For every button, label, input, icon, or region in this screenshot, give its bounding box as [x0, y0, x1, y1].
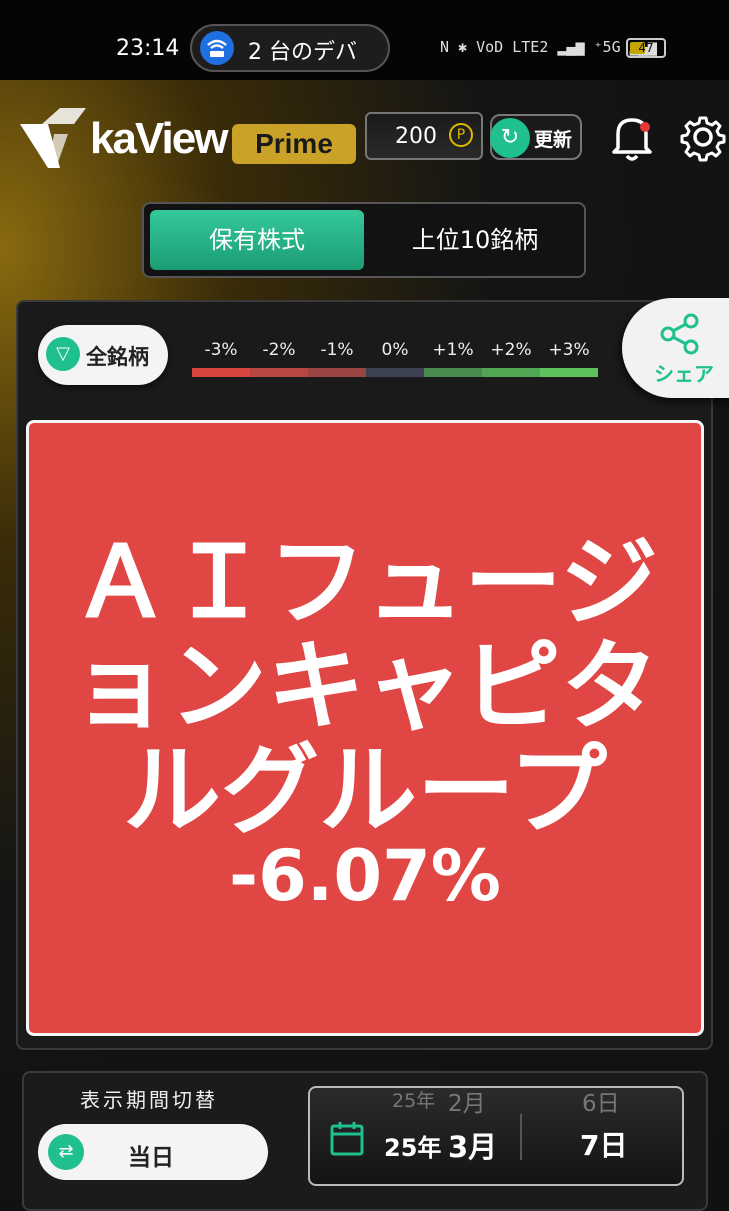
tab-holdings[interactable]: 保有株式: [150, 210, 364, 270]
date-day[interactable]: 7日: [580, 1124, 627, 1164]
status-icons: N ✱ VoD LTE2 ▂▄▆ ⁺5G ▂▄▆: [440, 38, 657, 56]
legend-swatch: [308, 368, 366, 377]
share-button[interactable]: シェア: [622, 298, 729, 398]
wifi-hotspot-icon: [200, 31, 234, 65]
stock-tile[interactable]: ＡＩフュージョンキャピタルグループ -6.07%: [26, 420, 704, 1036]
refresh-label: 更新: [534, 129, 573, 151]
status-time: 23:14: [116, 36, 180, 61]
color-legend: -3% -2% -1% 0% +1% +2% +3%: [192, 340, 598, 380]
connection-text: 2 台のデバ: [248, 40, 357, 65]
legend-swatch: [424, 368, 482, 377]
legend-swatch: [366, 368, 424, 377]
refresh-button[interactable]: ↻ 更新: [490, 114, 582, 160]
prime-badge: Prime: [232, 124, 356, 164]
period-label: 表示期間切替: [80, 1088, 218, 1112]
battery-icon: 47: [626, 38, 666, 58]
filter-icon: ▽: [46, 337, 80, 371]
points-display: 200 P: [365, 112, 483, 160]
period-value: 当日: [128, 1145, 174, 1171]
date-prev-month: 2月: [448, 1091, 486, 1117]
share-icon: [660, 313, 699, 355]
filter-label: 全銘柄: [86, 345, 149, 369]
calendar-icon: [330, 1122, 364, 1156]
battery-text: 47: [638, 41, 654, 55]
notification-badge: [640, 122, 650, 132]
legend-label: +1%: [432, 340, 474, 360]
legend-swatch: [482, 368, 540, 377]
period-toggle-button[interactable]: ⇄ 当日: [38, 1124, 268, 1180]
legend-label: +2%: [490, 340, 532, 360]
refresh-icon: ↻: [490, 118, 530, 158]
filter-button[interactable]: ▽ 全銘柄: [38, 325, 168, 385]
notification-bell-icon[interactable]: [608, 112, 656, 162]
view-tabs: 保有株式 上位10銘柄: [142, 202, 586, 278]
tab-top10[interactable]: 上位10銘柄: [370, 210, 580, 270]
logo-mark-icon: [20, 108, 86, 168]
settings-gear-icon[interactable]: [680, 112, 726, 162]
date-prev-day: 6日: [582, 1091, 620, 1117]
connection-pill[interactable]: 2 台のデバ: [190, 24, 390, 72]
status-bar: 23:14 2 台のデバ N ✱ VoD LTE2 ▂▄▆ ⁺5G ▂▄▆ 47: [0, 0, 729, 80]
stock-change: -6.07%: [229, 835, 501, 917]
legend-swatch: [250, 368, 308, 377]
legend-label: -1%: [320, 340, 354, 360]
date-divider: [520, 1114, 522, 1160]
legend-label: +3%: [548, 340, 590, 360]
legend-swatch: [540, 368, 598, 377]
date-year[interactable]: 25年: [384, 1128, 441, 1163]
swap-icon: ⇄: [48, 1134, 84, 1170]
points-coin-icon: P: [449, 123, 473, 147]
points-value: 200: [395, 124, 437, 149]
legend-label: 0%: [381, 340, 409, 360]
legend-label: -2%: [262, 340, 296, 360]
share-label: シェア: [654, 362, 714, 386]
legend-label: -3%: [204, 340, 238, 360]
legend-swatch: [192, 368, 250, 377]
date-month[interactable]: 3月: [448, 1124, 497, 1166]
date-prev-year: 25年: [392, 1090, 436, 1112]
stock-name: ＡＩフュージョンキャピタルグループ: [70, 526, 659, 848]
logo-text: kaView: [90, 114, 228, 163]
